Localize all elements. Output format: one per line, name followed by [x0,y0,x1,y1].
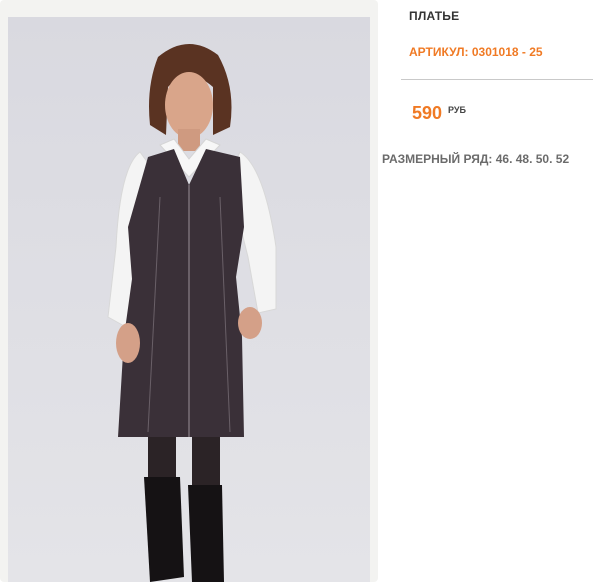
size-range: РАЗМЕРНЫЙ РЯД: 46. 48. 50. 52 [382,152,570,166]
product-photo-frame [0,0,378,582]
product-photo[interactable] [8,17,370,582]
divider [401,79,593,80]
price-currency: РУБ [448,105,466,115]
product-price: 590 [412,103,443,123]
product-sku: АРТИКУЛ: 0301018 - 25 [409,45,543,59]
product-title: ПЛАТЬЕ [409,9,460,23]
model-in-dress-illustration [8,17,370,582]
